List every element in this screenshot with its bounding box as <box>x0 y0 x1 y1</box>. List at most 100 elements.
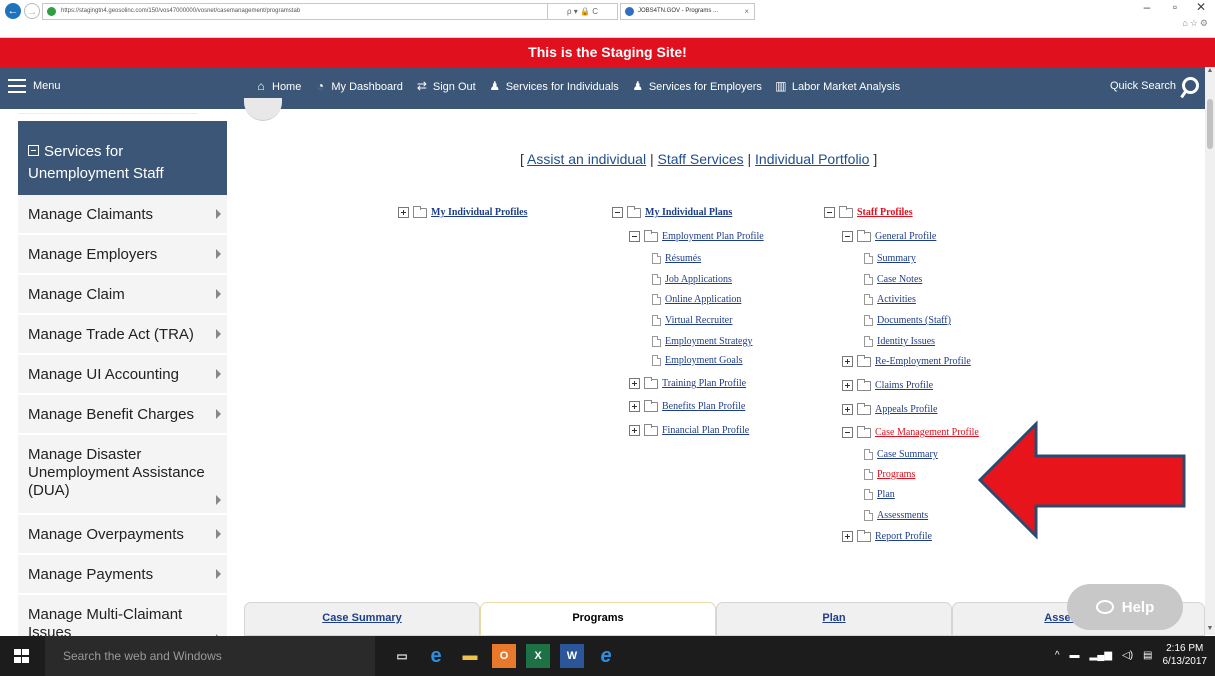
browser-tab[interactable]: JOBS4TN.GOV - Programs ... × <box>620 3 755 20</box>
collapse-icon[interactable] <box>842 231 853 242</box>
tree-leaf-programs[interactable]: Programs <box>864 469 915 480</box>
collapse-icon[interactable] <box>629 231 640 242</box>
tree-link[interactable]: Staff Profiles <box>857 207 913 218</box>
tree-link[interactable]: Assessments <box>877 510 928 521</box>
sidebar-item-manage-payments[interactable]: Manage Payments <box>18 555 227 595</box>
tree-node-reemployment-profile[interactable]: Re-Employment Profile <box>842 354 971 367</box>
collapse-icon[interactable] <box>824 207 835 218</box>
maximize-icon[interactable]: ▫ <box>1165 0 1185 14</box>
clock[interactable]: 2:16 PM 6/13/2017 <box>1163 642 1208 668</box>
internet-explorer-icon[interactable]: e <box>594 644 618 668</box>
scroll-up-icon[interactable]: ▲ <box>1205 67 1215 77</box>
help-button[interactable]: Help <box>1067 584 1183 630</box>
tree-node-employment-plan[interactable]: Employment Plan Profile <box>629 229 764 242</box>
close-window-icon[interactable]: ✕ <box>1191 0 1211 14</box>
scroll-thumb[interactable] <box>1207 99 1213 149</box>
tree-link[interactable]: Re-Employment Profile <box>875 356 971 367</box>
expand-icon[interactable] <box>842 404 853 415</box>
tree-link[interactable]: Programs <box>877 469 915 480</box>
expand-icon[interactable] <box>842 531 853 542</box>
tree-link[interactable]: Online Application <box>665 294 741 305</box>
nav-home[interactable]: ⌂ Home <box>254 80 301 93</box>
tree-node-report-profile[interactable]: Report Profile <box>842 529 932 542</box>
menu-button[interactable]: Menu <box>8 79 61 93</box>
quick-search-button[interactable]: Quick Search <box>1110 77 1199 94</box>
word-icon[interactable]: W <box>560 644 584 668</box>
tab-case-summary[interactable]: Case Summary <box>244 602 480 636</box>
tree-link[interactable]: Case Management Profile <box>875 427 979 438</box>
tree-link[interactable]: Case Notes <box>877 274 922 285</box>
expand-icon[interactable] <box>629 401 640 412</box>
tree-link[interactable]: Identity Issues <box>877 336 935 347</box>
tree-leaf-activities[interactable]: Activities <box>864 294 916 305</box>
assist-individual-link[interactable]: Assist an individual <box>527 151 646 167</box>
tree-link[interactable]: Summary <box>877 253 916 264</box>
tree-leaf-virtual-recruiter[interactable]: Virtual Recruiter <box>652 315 732 326</box>
tree-link[interactable]: My Individual Profiles <box>431 207 528 218</box>
tree-link[interactable]: General Profile <box>875 231 936 242</box>
tree-node-financial-plan[interactable]: Financial Plan Profile <box>629 423 749 436</box>
signal-icon[interactable]: ▂▄▆ <box>1090 650 1112 661</box>
tab-close-icon[interactable]: × <box>744 4 749 19</box>
collapse-icon[interactable] <box>842 427 853 438</box>
sidebar-item-manage-overpayments[interactable]: Manage Overpayments <box>18 515 227 555</box>
collapse-icon[interactable] <box>612 207 623 218</box>
tree-link[interactable]: Appeals Profile <box>875 404 938 415</box>
sidebar-item-manage-claim[interactable]: Manage Claim <box>18 275 227 315</box>
tree-leaf-job-applications[interactable]: Job Applications <box>652 274 732 285</box>
tree-leaf-documents-staff[interactable]: Documents (Staff) <box>864 315 951 326</box>
tree-leaf-case-summary[interactable]: Case Summary <box>864 449 938 460</box>
sidebar-item-manage-employers[interactable]: Manage Employers <box>18 235 227 275</box>
tree-link[interactable]: Financial Plan Profile <box>662 425 749 436</box>
notifications-icon[interactable]: ▤ <box>1143 650 1152 661</box>
task-view-icon[interactable]: ▭ <box>390 644 414 668</box>
sidebar-item-manage-claimants[interactable]: Manage Claimants <box>18 195 227 235</box>
tree-node-my-individual-plans[interactable]: My Individual Plans <box>612 205 732 218</box>
expand-icon[interactable] <box>842 380 853 391</box>
tree-link[interactable]: Employment Plan Profile <box>662 231 764 242</box>
tree-link[interactable]: Virtual Recruiter <box>665 315 732 326</box>
tab-programs[interactable]: Programs <box>480 602 716 636</box>
tree-link[interactable]: Résumés <box>665 253 701 264</box>
battery-icon[interactable]: ▬ <box>1070 650 1080 661</box>
tree-link[interactable]: Claims Profile <box>875 380 933 391</box>
minimize-icon[interactable]: – <box>1137 0 1157 14</box>
tree-link[interactable]: Employment Strategy <box>665 336 753 347</box>
nav-employers[interactable]: ♟ Services for Employers <box>631 80 761 93</box>
nav-sign-out[interactable]: ⇄ Sign Out <box>415 80 476 93</box>
tree-link[interactable]: Employment Goals <box>665 355 743 366</box>
tree-leaf-summary[interactable]: Summary <box>864 253 916 264</box>
tree-leaf-plan[interactable]: Plan <box>864 489 895 500</box>
outlook-icon[interactable]: O <box>492 644 516 668</box>
sidebar-item-manage-trade-act[interactable]: Manage Trade Act (TRA) <box>18 315 227 355</box>
tree-link[interactable]: Benefits Plan Profile <box>662 401 745 412</box>
edge-icon[interactable]: e <box>424 644 448 668</box>
volume-icon[interactable]: ◁) <box>1122 650 1133 661</box>
file-explorer-icon[interactable]: ▬ <box>458 644 482 668</box>
tree-node-claims-profile[interactable]: Claims Profile <box>842 378 933 391</box>
tree-node-case-management-profile[interactable]: Case Management Profile <box>842 425 979 438</box>
tree-node-staff-profiles[interactable]: Staff Profiles <box>824 205 913 218</box>
tree-node-training-plan[interactable]: Training Plan Profile <box>629 376 746 389</box>
tree-leaf-case-notes[interactable]: Case Notes <box>864 274 922 285</box>
tree-leaf-identity-issues[interactable]: Identity Issues <box>864 336 935 347</box>
expand-icon[interactable] <box>629 378 640 389</box>
tree-link[interactable]: Case Summary <box>877 449 938 460</box>
excel-icon[interactable]: X <box>526 644 550 668</box>
tree-leaf-online-application[interactable]: Online Application <box>652 294 741 305</box>
address-tools[interactable]: ρ ▾ 🔒 C <box>548 3 618 20</box>
tree-leaf-employment-strategy[interactable]: Employment Strategy <box>652 336 753 347</box>
back-button[interactable]: ← <box>5 3 21 19</box>
forward-button[interactable]: → <box>24 3 40 19</box>
tab-label[interactable]: Case Summary <box>322 612 402 624</box>
nav-dashboard[interactable]: ◔ My Dashboard <box>313 80 403 93</box>
taskbar-search-box[interactable]: Search the web and Windows <box>45 636 375 676</box>
sidebar-item-manage-dua[interactable]: Manage Disaster Unemployment Assistance … <box>18 435 227 515</box>
sidebar-item-manage-multi-claimant[interactable]: Manage Multi-Claimant Issues <box>18 595 227 636</box>
individual-portfolio-link[interactable]: Individual Portfolio <box>755 151 869 167</box>
chevron-up-icon[interactable]: ^ <box>1055 650 1060 661</box>
tree-leaf-assessments[interactable]: Assessments <box>864 510 928 521</box>
tree-node-appeals-profile[interactable]: Appeals Profile <box>842 402 938 415</box>
tree-leaf-resumes[interactable]: Résumés <box>652 253 701 264</box>
tab-label[interactable]: Plan <box>822 612 845 624</box>
